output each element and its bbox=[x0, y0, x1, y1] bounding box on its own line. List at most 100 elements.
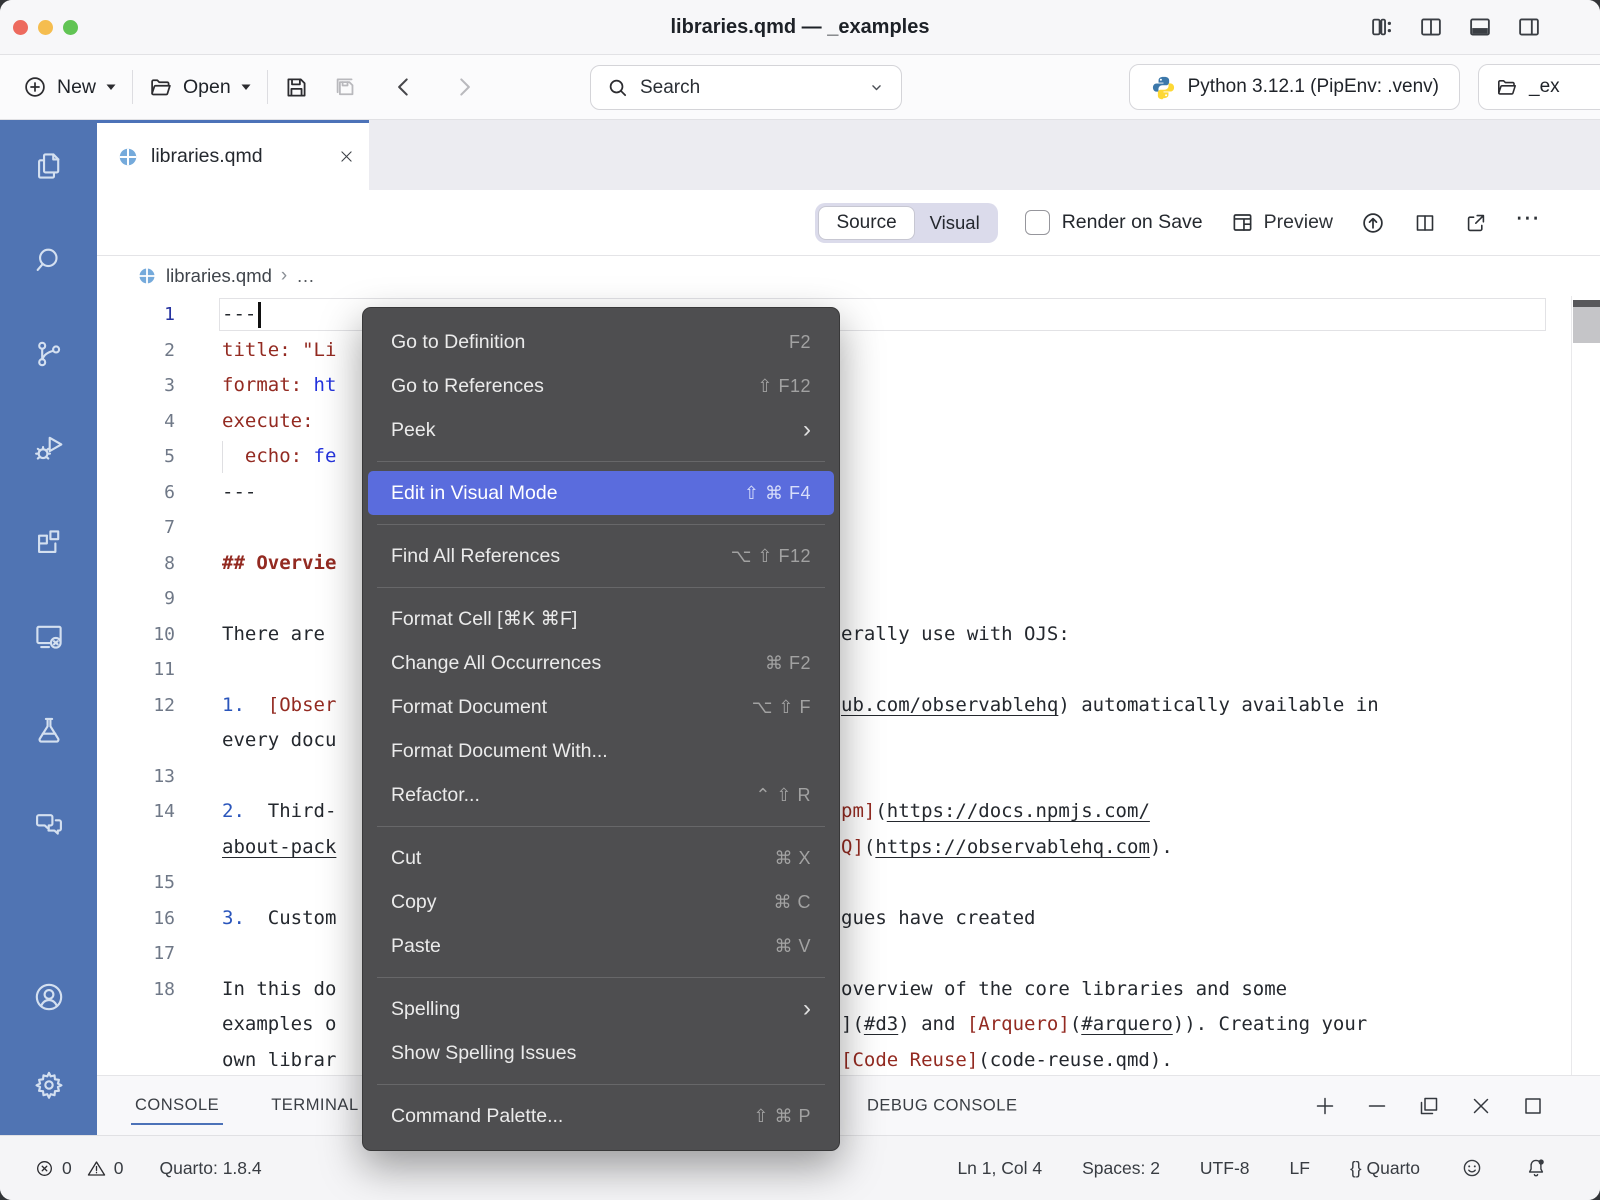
open-button[interactable]: Open bbox=[148, 74, 252, 100]
mode-visual-button[interactable]: Visual bbox=[915, 206, 995, 240]
preview-button[interactable]: Preview bbox=[1230, 210, 1333, 235]
menu-item-cut[interactable]: Cut⌘ X bbox=[368, 836, 834, 880]
line-number: 5 bbox=[97, 439, 175, 475]
menu-item-label: Edit in Visual Mode bbox=[391, 482, 558, 505]
project-selector[interactable]: _ex bbox=[1478, 64, 1600, 110]
menu-item-label: Show Spelling Issues bbox=[391, 1042, 576, 1065]
quarto-version[interactable]: Quarto: 1.8.4 bbox=[159, 1158, 261, 1179]
close-panel-icon[interactable] bbox=[1469, 1094, 1493, 1118]
add-console-icon[interactable] bbox=[1313, 1094, 1337, 1118]
menu-shortcut: ⇧ ⌘ P bbox=[753, 1106, 811, 1127]
interpreter-selector[interactable]: Python 3.12.1 (PipEnv: .venv) bbox=[1129, 64, 1460, 110]
activity-source-control[interactable] bbox=[25, 330, 73, 378]
tab-libraries-qmd[interactable]: libraries.qmd bbox=[97, 120, 369, 190]
activity-console-sessions[interactable] bbox=[25, 612, 73, 660]
submenu-arrow-icon: › bbox=[803, 997, 811, 1021]
toggle-secondary-sidebar-icon[interactable] bbox=[1516, 14, 1542, 40]
line-number bbox=[97, 723, 175, 759]
menu-shortcut: ⌥ ⇧ F12 bbox=[731, 546, 811, 567]
project-label: _ex bbox=[1529, 76, 1560, 98]
customize-layout-icon[interactable] bbox=[1369, 14, 1395, 40]
maximize-panel-icon[interactable] bbox=[1521, 1094, 1545, 1118]
menu-item-refactor[interactable]: Refactor...⌃ ⇧ R bbox=[368, 773, 834, 817]
toolbar-divider bbox=[132, 70, 133, 104]
more-actions-icon[interactable]: ⋯ bbox=[1515, 206, 1542, 239]
activity-run-and-debug[interactable] bbox=[25, 424, 73, 472]
menu-item-edit-in-visual-mode[interactable]: Edit in Visual Mode⇧ ⌘ F4 bbox=[368, 471, 834, 515]
main-toolbar: New Open Search bbox=[0, 55, 1600, 120]
menu-separator bbox=[377, 524, 825, 525]
search-input[interactable]: Search bbox=[590, 65, 902, 110]
open-external-icon[interactable] bbox=[1464, 211, 1488, 235]
activity-explorer[interactable] bbox=[25, 142, 73, 190]
editor-scrollbar[interactable] bbox=[1571, 296, 1600, 1075]
quarto-file-icon bbox=[137, 266, 157, 286]
status-end-of-line[interactable]: LF bbox=[1290, 1158, 1310, 1179]
new-button[interactable]: New bbox=[22, 74, 117, 100]
activity-comments[interactable] bbox=[25, 800, 73, 848]
menu-item-label: Paste bbox=[391, 935, 441, 958]
panel-tab-console[interactable]: CONSOLE bbox=[133, 1090, 221, 1121]
status-indentation[interactable]: Spaces: 2 bbox=[1082, 1158, 1160, 1179]
scrollbar-thumb[interactable] bbox=[1573, 307, 1600, 343]
activity-extensions[interactable] bbox=[25, 518, 73, 566]
restore-panel-icon[interactable] bbox=[1417, 1094, 1441, 1118]
chevron-right-icon: › bbox=[281, 265, 287, 287]
activity-search[interactable] bbox=[25, 236, 73, 284]
minimize-window-button[interactable] bbox=[38, 20, 53, 35]
folder-open-icon bbox=[148, 74, 174, 100]
problems-errors[interactable]: 0 bbox=[34, 1158, 72, 1179]
menu-item-show-spelling-issues[interactable]: Show Spelling Issues bbox=[368, 1031, 834, 1075]
render-icon[interactable] bbox=[1360, 210, 1386, 236]
menu-item-find-all-references[interactable]: Find All References⌥ ⇧ F12 bbox=[368, 534, 834, 578]
split-editor-icon[interactable] bbox=[1413, 211, 1437, 235]
menu-item-paste[interactable]: Paste⌘ V bbox=[368, 924, 834, 968]
code-line-continuation: [Code Reuse](code-reuse.qmd). bbox=[841, 1043, 1173, 1076]
menu-item-go-to-references[interactable]: Go to References⇧ F12 bbox=[368, 364, 834, 408]
activity-account[interactable] bbox=[25, 973, 73, 1021]
menu-item-copy[interactable]: Copy⌘ C bbox=[368, 880, 834, 924]
line-number: 3 bbox=[97, 368, 175, 404]
back-icon[interactable] bbox=[391, 74, 417, 100]
mode-source-button[interactable]: Source bbox=[818, 206, 914, 240]
menu-separator bbox=[377, 1084, 825, 1085]
tab-label: libraries.qmd bbox=[151, 145, 326, 168]
activity-testing[interactable] bbox=[25, 706, 73, 754]
breadcrumb-file[interactable]: libraries.qmd bbox=[166, 265, 272, 287]
panel-tab-debug-console[interactable]: DEBUG CONSOLE bbox=[865, 1090, 1019, 1121]
minimize-panel-icon[interactable] bbox=[1365, 1094, 1389, 1118]
zoom-window-button[interactable] bbox=[63, 20, 78, 35]
close-tab-icon[interactable] bbox=[338, 148, 355, 165]
status-cursor-position[interactable]: Ln 1, Col 4 bbox=[957, 1158, 1042, 1179]
code-line-continuation: gues have created bbox=[841, 901, 1035, 937]
problems-warnings[interactable]: 0 bbox=[86, 1158, 124, 1179]
menu-item-format-cell-k-f[interactable]: Format Cell [⌘K ⌘F] bbox=[368, 597, 834, 641]
menu-item-format-document-with[interactable]: Format Document With... bbox=[368, 729, 834, 773]
menu-item-format-document[interactable]: Format Document⌥ ⇧ F bbox=[368, 685, 834, 729]
panel-tab-terminal[interactable]: TERMINAL bbox=[269, 1090, 360, 1121]
menu-item-change-all-occurrences[interactable]: Change All Occurrences⌘ F2 bbox=[368, 641, 834, 685]
breadcrumb-more[interactable]: … bbox=[296, 265, 316, 287]
status-notifications[interactable] bbox=[1524, 1156, 1548, 1180]
preview-icon bbox=[1230, 210, 1255, 235]
menu-item-peek[interactable]: Peek› bbox=[368, 408, 834, 452]
code-editor[interactable]: 1---2title: "Li3format: ht4execute:5 ech… bbox=[97, 296, 1600, 1075]
context-menu: Go to DefinitionF2Go to References⇧ F12P… bbox=[362, 307, 840, 1151]
render-on-save-label: Render on Save bbox=[1062, 211, 1203, 234]
menu-item-spelling[interactable]: Spelling› bbox=[368, 987, 834, 1031]
line-number: 8 bbox=[97, 546, 175, 582]
menu-item-command-palette[interactable]: Command Palette...⇧ ⌘ P bbox=[368, 1094, 834, 1138]
menu-item-go-to-definition[interactable]: Go to DefinitionF2 bbox=[368, 320, 834, 364]
toggle-panel-icon[interactable] bbox=[1467, 14, 1493, 40]
close-window-button[interactable] bbox=[13, 20, 28, 35]
render-on-save-checkbox[interactable] bbox=[1025, 210, 1050, 235]
menu-separator bbox=[377, 826, 825, 827]
status-encoding[interactable]: UTF-8 bbox=[1200, 1158, 1250, 1179]
menu-item-label: Go to Definition bbox=[391, 331, 525, 354]
status-feedback[interactable] bbox=[1460, 1156, 1484, 1180]
split-editor-layout-icon[interactable] bbox=[1418, 14, 1444, 40]
quarto-file-icon bbox=[117, 146, 139, 168]
status-language-mode[interactable]: {} Quarto bbox=[1350, 1158, 1420, 1179]
save-icon[interactable] bbox=[283, 74, 310, 101]
activity-settings[interactable] bbox=[25, 1061, 73, 1109]
